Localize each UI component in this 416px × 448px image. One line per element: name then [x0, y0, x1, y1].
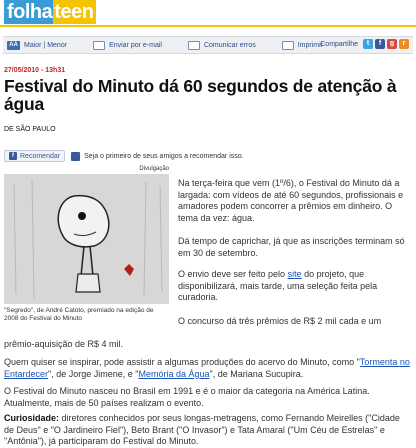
- memoria-link[interactable]: Memória da Água: [138, 369, 209, 379]
- header-bar: folha teen: [0, 0, 416, 26]
- article-photo[interactable]: [4, 174, 169, 304]
- rss-icon[interactable]: r: [399, 39, 409, 49]
- share-label: Compartilhe: [320, 40, 358, 48]
- photo-credit: Divulgação: [139, 166, 169, 172]
- paragraph-5-after: ", de Mariana Sucupira.: [209, 368, 304, 379]
- envelope-icon: [93, 40, 106, 50]
- paragraph-2: Dá tempo de caprichar, já que as inscriç…: [178, 236, 405, 258]
- report-error-button[interactable]: Comunicar erros: [187, 40, 256, 50]
- paragraph-6: O Festival do Minuto nasceu no Brasil em…: [4, 386, 370, 408]
- paragraph-5-before: Quem quiser se inspirar, pode assistir a…: [4, 357, 360, 367]
- google-icon[interactable]: g: [387, 39, 397, 49]
- email-button[interactable]: Enviar por e-mail: [93, 40, 162, 50]
- paragraph-4-line2: prêmio-aquisição de R$ 4 mil.: [4, 339, 124, 349]
- site-link[interactable]: site: [288, 269, 302, 279]
- font-size-control[interactable]: AA Maior | Menor: [7, 40, 67, 50]
- report-error-label: Comunicar erros: [203, 41, 256, 49]
- paragraph-3: O envio deve ser feito pelo site do proj…: [178, 269, 412, 304]
- curiosity-label: Curiosidade:: [4, 413, 60, 423]
- recommend-button-label: Recomendar: [20, 152, 61, 160]
- article-toolbar: AA Maior | Menor Enviar por e-mail Comun…: [3, 36, 413, 54]
- paragraph-5: Quem quiser se inspirar, pode assistir a…: [4, 357, 412, 380]
- recommend-text: Seja o primeiro de seus amigos a recomen…: [84, 152, 244, 160]
- print-button[interactable]: Imprimir: [281, 40, 324, 50]
- facebook-icon[interactable]: f: [375, 39, 385, 49]
- recommend-button[interactable]: f Recomendar: [4, 150, 66, 162]
- paragraph-7-text: diretores conhecidos por seus longas-met…: [4, 413, 400, 446]
- facebook-like-icon: f: [9, 152, 17, 160]
- article-byline: DE SÃO PAULO: [4, 126, 56, 133]
- paragraph-3-before: O envio deve ser feito pelo: [178, 269, 288, 279]
- facebook-icon: [71, 151, 81, 161]
- article-headline: Festival do Minuto dá 60 segundos de ate…: [4, 76, 397, 114]
- recommend-row: f Recomendar Seja o primeiro de seus ami…: [4, 150, 244, 162]
- share-group: Compartilhe t f g r: [320, 39, 409, 49]
- font-size-icon: AA: [7, 40, 20, 50]
- printer-icon: [281, 40, 294, 50]
- folhateen-logo[interactable]: folha teen: [4, 0, 97, 24]
- alert-icon: [187, 40, 200, 50]
- twitter-icon[interactable]: t: [363, 39, 373, 49]
- header-rule: [0, 25, 416, 27]
- article-figure: Divulgação "Segredo", de André Catoto, p…: [4, 166, 169, 323]
- article-date: 27/05/2010 - 13h31: [4, 67, 66, 74]
- photo-caption: "Segredo", de André Catoto, premiado na …: [4, 307, 154, 322]
- email-label: Enviar por e-mail: [109, 41, 162, 49]
- illustration-image: [4, 174, 169, 304]
- font-size-label[interactable]: Maior | Menor: [24, 42, 67, 49]
- paragraph-4-line1: O concurso dá três prêmios de R$ 2 mil c…: [178, 316, 382, 326]
- paragraph-7: Curiosidade: diretores conhecidos por se…: [4, 413, 412, 448]
- print-label: Imprimir: [297, 41, 324, 49]
- paragraph-5-mid: ", de Jorge Jimene, e ": [48, 368, 139, 379]
- paragraph-1: Na terça-feira que vem (1º/6), o Festiva…: [178, 178, 404, 223]
